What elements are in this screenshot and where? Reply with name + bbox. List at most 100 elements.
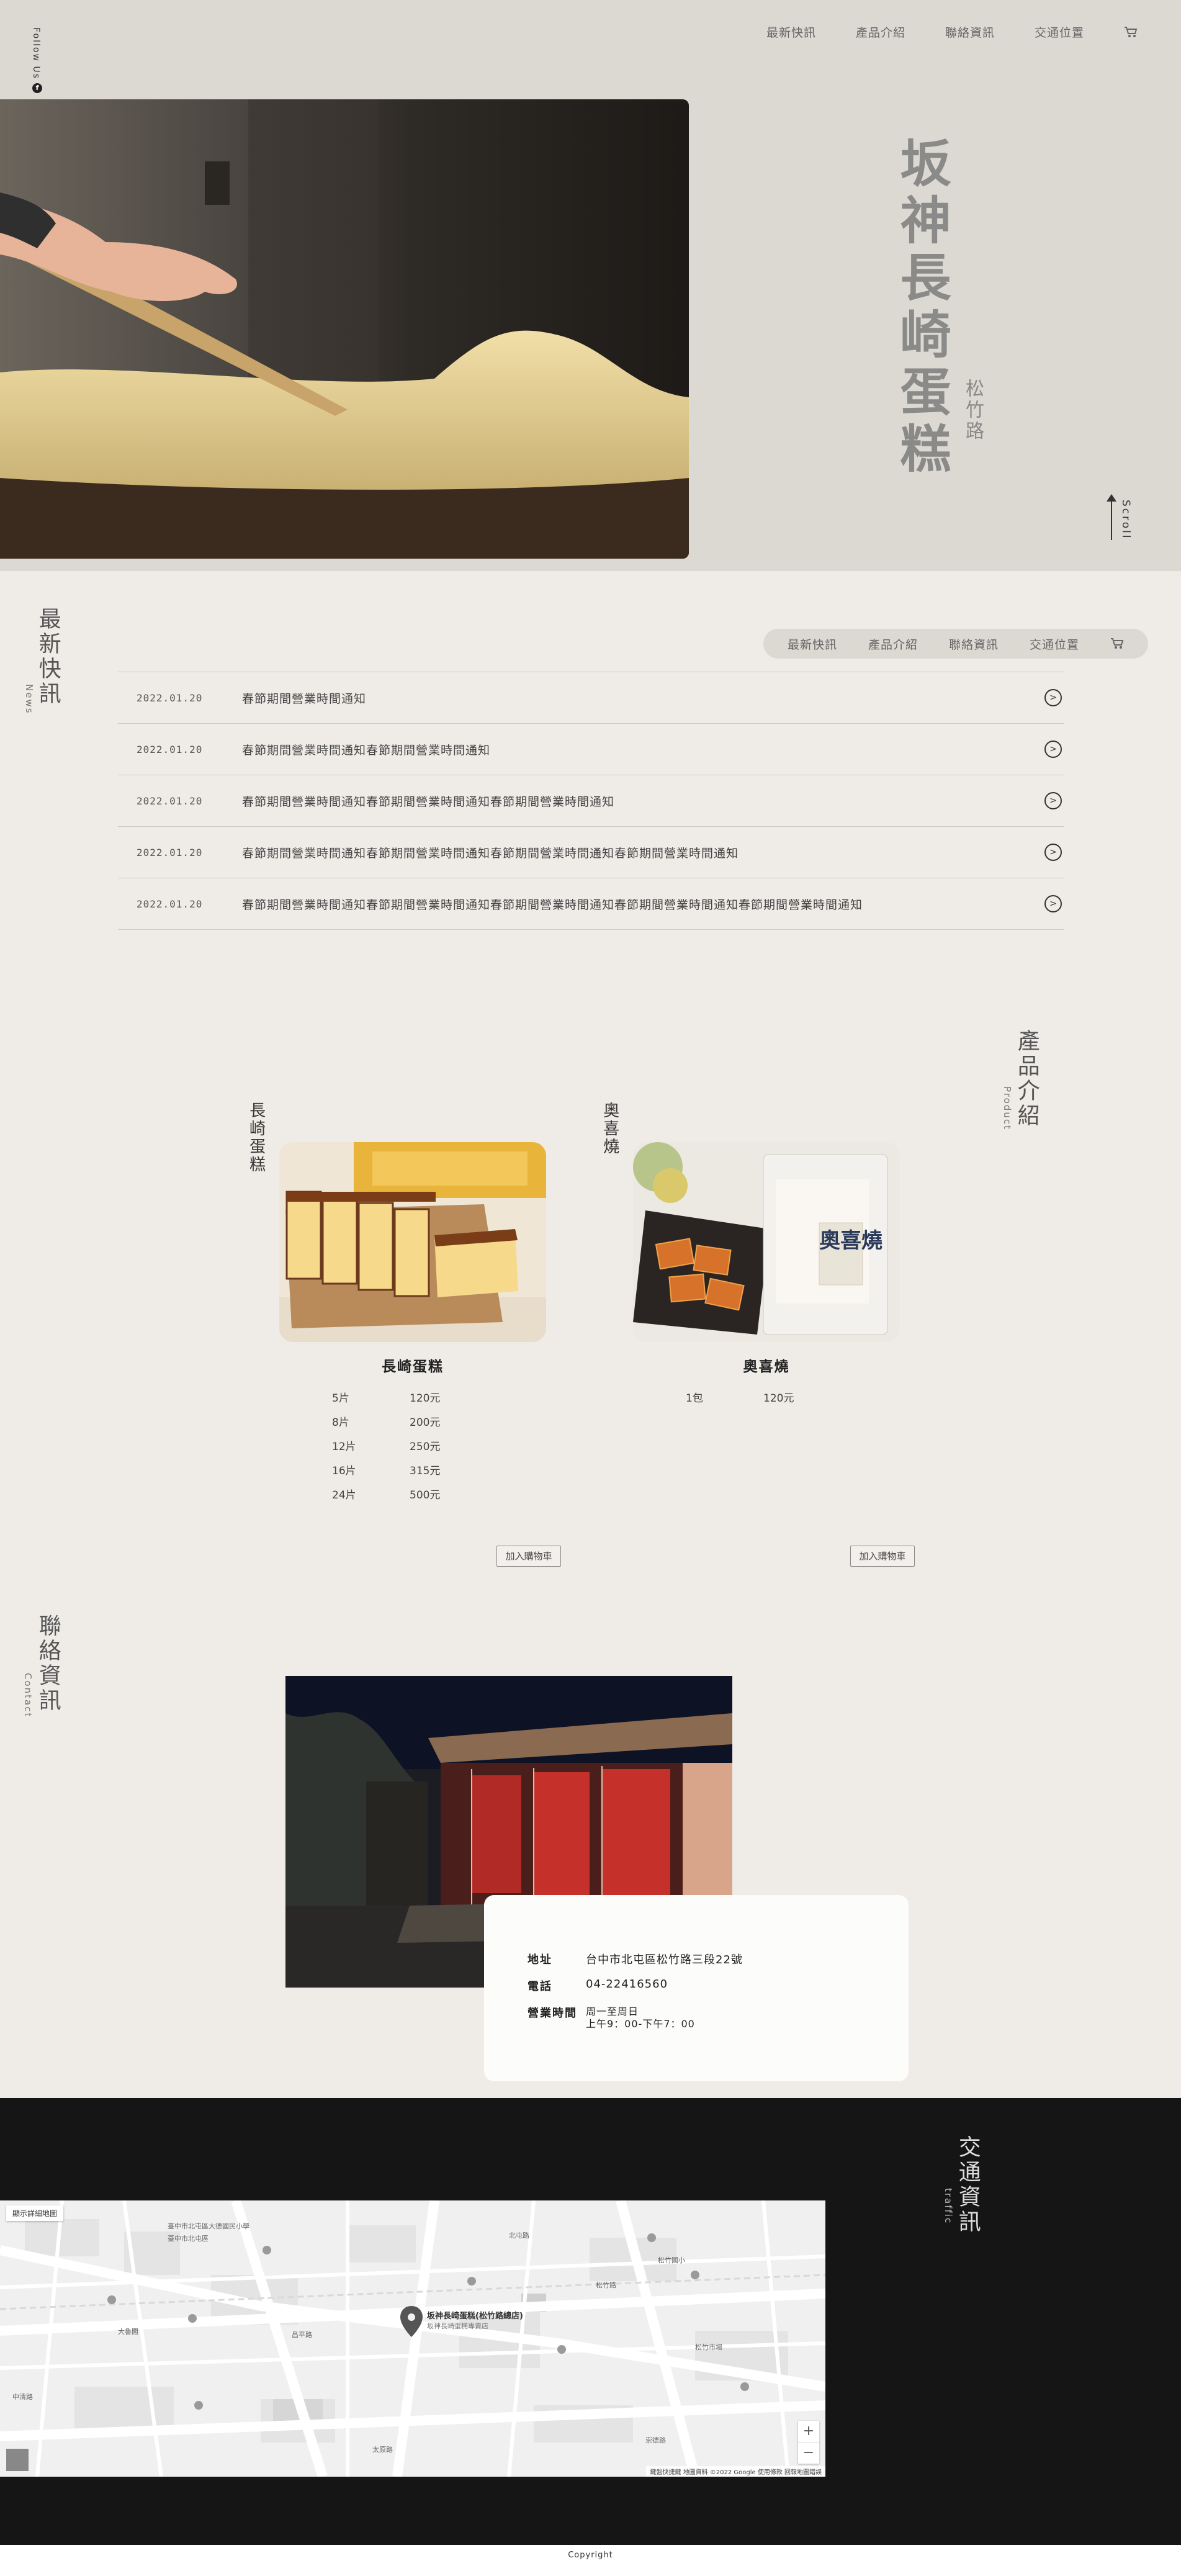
price-row: 8片 200元 [279,1409,546,1433]
news-text[interactable]: 春節期間營業時間通知春節期間營業時間通知春節期間營業時間通知春節期間營業時間通知… [242,896,1044,912]
cart-icon[interactable] [1124,26,1138,38]
contact-subtitle: Contact [22,1673,34,1718]
products-title: 產品介紹 [1013,1029,1040,1128]
hours-days: 周一至周日 [586,2006,639,2017]
price-value: 200元 [410,1416,441,1429]
arrow-right-icon[interactable]: > [1044,741,1062,758]
price-qty: 12片 [332,1441,356,1453]
news-text[interactable]: 春節期間營業時間通知春節期間營業時間通知 [242,741,1044,758]
news-text[interactable]: 春節期間營業時間通知 [242,690,1044,706]
map-attribution[interactable]: 鍵盤快捷鍵 地圖資料 ©2022 Google 使用條款 回報地圖錯誤 [646,2466,825,2477]
map-label: 中清路 [12,2393,33,2401]
zoom-out-button[interactable]: − [798,2443,819,2464]
news-date: 2022.01.20 [137,743,203,755]
products-subtitle: Product [1002,1086,1013,1130]
news-date: 2022.01.20 [137,898,203,910]
hours-time: 上午9：00-下午7：00 [586,2018,695,2030]
top-nav: 最新快訊 產品介紹 聯絡資訊 交通位置 [766,24,1138,40]
price-qty: 16片 [332,1465,356,1477]
price-qty: 1包 [686,1392,703,1405]
map-label: 大魯閣 [118,2327,138,2336]
news-text[interactable]: 春節期間營業時間通知春節期間營業時間通知春節期間營業時間通知春節期間營業時間通知 [242,844,1044,861]
nav-item-products[interactable]: 產品介紹 [856,24,905,40]
product-name: 長崎蛋糕 [382,1359,444,1375]
products-section [0,993,1181,1583]
follow-us-label: Follow Us [31,27,41,79]
map-pin-label: 坂神長崎蛋糕(松竹路總店) [427,2311,523,2321]
phone-value[interactable]: 04-22416560 [586,1978,668,1994]
hours-label: 營業時間 [528,2007,577,2020]
castella-image[interactable] [279,1142,546,1342]
map-label: 臺中市北屯區大德國民小學 [168,2222,249,2230]
price-qty: 8片 [332,1416,349,1429]
news-title: 最新快訊 [35,607,61,706]
map-label: 臺中市北屯區 [168,2234,209,2243]
footer: Copyright [0,2545,1181,2576]
package-text: 奧喜燒 [819,1228,882,1253]
nav-item-contact[interactable]: 聯絡資訊 [949,636,999,652]
hero-image [0,99,689,559]
facebook-icon[interactable]: f [32,83,42,93]
price-row: 5片 120元 [279,1385,546,1409]
nav-item-traffic[interactable]: 交通位置 [1035,24,1084,40]
price-row: 12片 250元 [279,1433,546,1457]
news-item[interactable]: 2022.01.20 春節期間營業時間通知春節期間營業時間通知 > [118,724,1064,775]
news-date: 2022.01.20 [137,846,203,858]
map-label: 崇德路 [645,2436,666,2444]
map-pin-sublabel: 坂神長崎蛋糕專賣店 [427,2322,488,2330]
map-label: 太原路 [372,2446,393,2454]
price-value: 120元 [763,1392,794,1405]
price-row: 1包 120元 [633,1385,900,1409]
copyright-text: Copyright [568,2551,613,2560]
okiyaki-image[interactable]: 奧喜燒 [633,1142,900,1342]
sticky-nav: 最新快訊 產品介紹 聯絡資訊 交通位置 [763,629,1148,659]
nav-item-traffic[interactable]: 交通位置 [1030,636,1079,652]
nav-item-contact[interactable]: 聯絡資訊 [945,24,995,40]
zoom-in-button[interactable]: + [798,2421,819,2443]
nav-item-products[interactable]: 產品介紹 [868,636,918,652]
contact-title: 聯絡資訊 [35,1614,61,1713]
hero-section: Follow Us f 最新快訊 產品介紹 聯絡資訊 交通位置 坂神長崎蛋糕 松… [0,0,1181,571]
map-label: 北屯路 [509,2231,529,2240]
hero-subtitle: 松竹路 [962,379,984,442]
scroll-line [1111,497,1112,540]
add-to-cart-button[interactable]: 加入購物車 [850,1546,915,1567]
map-label: 松竹市場 [695,2343,722,2351]
hero-title: 坂神長崎蛋糕 [891,137,951,479]
price-qty: 5片 [332,1392,349,1405]
map-label: 昌平路 [292,2331,312,2339]
phone-row: 電話 04-22416560 [528,1978,743,1994]
news-item[interactable]: 2022.01.20 春節期間營業時間通知春節期間營業時間通知春節期間營業時間通… [118,878,1064,930]
news-item[interactable]: 2022.01.20 春節期間營業時間通知春節期間營業時間通知春節期間營業時間通… [118,827,1064,878]
address-value: 台中市北屯區松竹路三段22號 [586,1953,743,1966]
map-thumbnail[interactable] [6,2449,29,2471]
price-table: 5片 120元 8片 200元 12片 250元 16片 315元 24片 500元 [279,1385,546,1506]
scroll-label[interactable]: Scroll [1120,500,1132,540]
news-text[interactable]: 春節期間營業時間通知春節期間營業時間通知春節期間營業時間通知 [242,793,1044,809]
nav-item-news[interactable]: 最新快訊 [766,24,816,40]
address-label: 地址 [528,1953,552,1966]
news-item[interactable]: 2022.01.20 春節期間營業時間通知春節期間營業時間通知春節期間營業時間通… [118,775,1064,827]
arrow-right-icon[interactable]: > [1044,792,1062,809]
arrow-right-icon[interactable]: > [1044,895,1062,912]
news-date: 2022.01.20 [137,691,203,704]
traffic-title: 交通資訊 [954,2135,981,2235]
map-label: 松竹國小 [658,2256,685,2264]
price-value: 120元 [410,1392,441,1405]
arrow-right-icon[interactable]: > [1044,844,1062,861]
nav-item-news[interactable]: 最新快訊 [788,636,837,652]
google-map[interactable]: 臺中市北屯區 大魯閣 松竹路 松竹市場 昌平路 中清路 太原路 崇德路 臺中市北… [0,2200,825,2477]
price-value: 315元 [410,1465,441,1477]
map-large-view-button[interactable]: 顯示詳細地圖 [6,2205,64,2221]
price-row: 24片 500元 [279,1482,546,1506]
news-date: 2022.01.20 [137,795,203,807]
cart-icon[interactable] [1110,637,1124,650]
product-label: 奧喜燒 [600,1102,619,1156]
news-item[interactable]: 2022.01.20 春節期間營業時間通知 > [118,672,1064,724]
arrow-right-icon[interactable]: > [1044,689,1062,706]
contact-card: 地址 台中市北屯區松竹路三段22號 電話 04-22416560 營業時間 周一… [484,1895,909,2081]
add-to-cart-button[interactable]: 加入購物車 [496,1546,561,1567]
product-name: 奧喜燒 [743,1359,790,1375]
product-label: 長崎蛋糕 [246,1102,266,1174]
news-subtitle: News [24,684,35,714]
